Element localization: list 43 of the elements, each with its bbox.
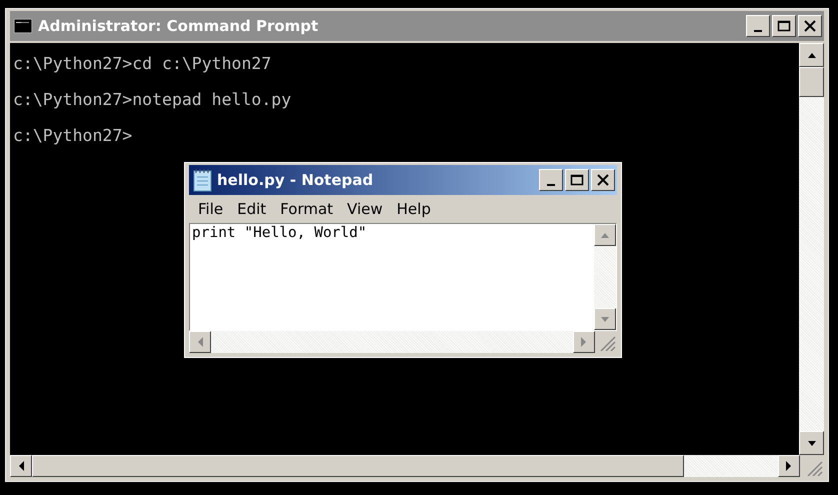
minimize-button[interactable]: [539, 169, 563, 191]
minimize-icon: [754, 30, 762, 32]
close-icon: [803, 19, 817, 33]
minimize-button[interactable]: [746, 15, 770, 37]
close-icon: [596, 173, 610, 187]
up-arrow-icon: [599, 231, 611, 239]
close-button[interactable]: [591, 169, 615, 191]
left-arrow-icon: [17, 460, 25, 472]
console-line: c:\Python27>notepad hello.py: [13, 89, 292, 111]
down-arrow-icon: [806, 439, 818, 447]
notepad-icon: [191, 168, 213, 192]
scroll-right-button[interactable]: [573, 331, 595, 353]
scroll-up-button[interactable]: [594, 224, 616, 246]
maximize-button[interactable]: [565, 169, 589, 191]
console-line: c:\Python27>cd c:\Python27: [13, 53, 272, 75]
down-arrow-icon: [599, 315, 611, 323]
window-title: hello.py - Notepad: [217, 171, 374, 189]
scroll-down-button[interactable]: [799, 431, 824, 455]
menu-item[interactable]: File: [191, 198, 230, 220]
right-arrow-icon: [580, 336, 588, 348]
console-icon: [14, 19, 32, 33]
up-arrow-icon: [806, 51, 818, 59]
left-arrow-icon: [196, 336, 204, 348]
maximize-icon: [570, 174, 584, 186]
scrollbar-thumb[interactable]: [799, 67, 824, 97]
menu-item[interactable]: Edit: [230, 198, 274, 220]
scroll-right-button[interactable]: [778, 455, 800, 477]
menu-item[interactable]: View: [340, 198, 390, 220]
minimize-icon: [547, 184, 555, 186]
editor-text[interactable]: print "Hello, World": [192, 225, 367, 241]
maximize-icon: [777, 20, 791, 32]
scroll-left-button[interactable]: [189, 331, 211, 353]
right-arrow-icon: [785, 460, 793, 472]
menu-item[interactable]: Format: [273, 198, 340, 220]
menu-item[interactable]: Help: [390, 198, 438, 220]
scrollbar-thumb[interactable]: [32, 455, 684, 477]
console-line: c:\Python27>: [13, 125, 132, 147]
maximize-button[interactable]: [772, 15, 796, 37]
close-button[interactable]: [798, 15, 822, 37]
window-title: Administrator: Command Prompt: [38, 17, 318, 35]
scroll-left-button[interactable]: [10, 455, 32, 477]
scroll-down-button[interactable]: [594, 308, 616, 330]
scroll-up-button[interactable]: [799, 43, 824, 67]
